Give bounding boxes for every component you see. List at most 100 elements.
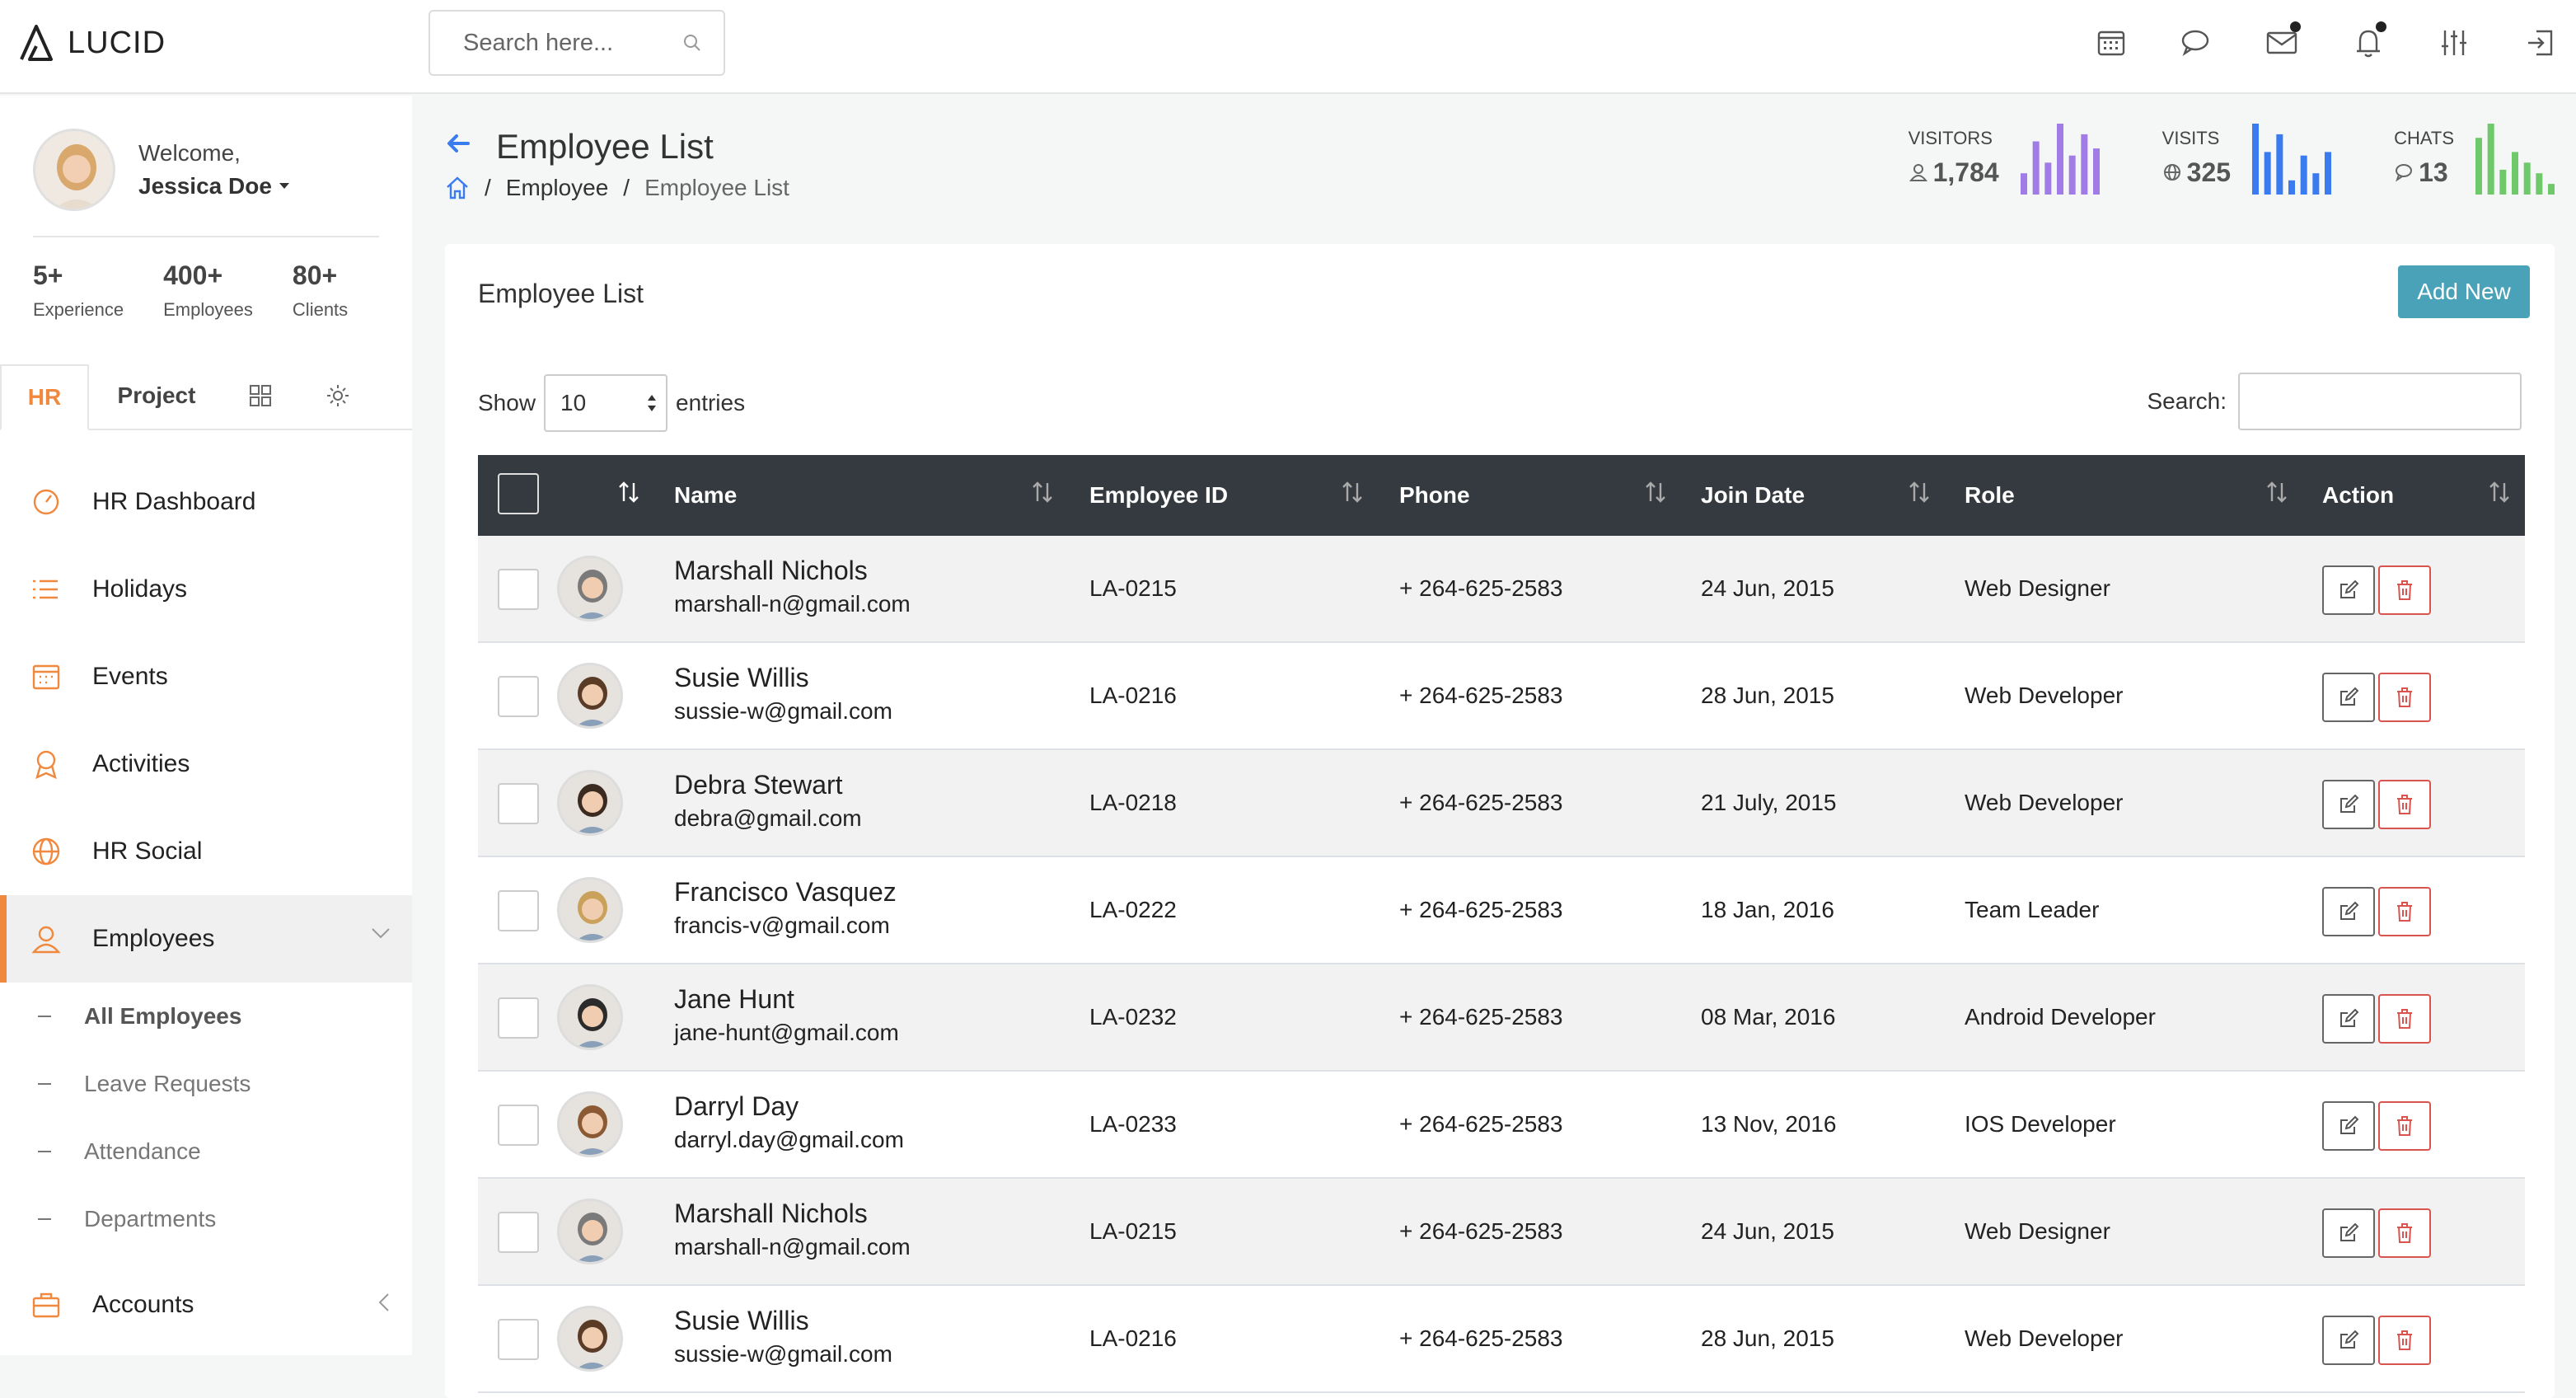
edit-icon [2340, 1330, 2359, 1349]
edit-icon [2340, 1008, 2359, 1027]
edit-button[interactable] [2322, 1208, 2375, 1258]
sort-icon[interactable] [2265, 480, 2289, 504]
col-employee-id[interactable]: Employee ID [1089, 455, 1228, 536]
tab-hr[interactable]: HR [0, 364, 89, 430]
sidebar-item-label: Accounts [92, 1291, 194, 1318]
sidebar-item-hr-dashboard[interactable]: HR Dashboard [0, 458, 412, 546]
delete-button[interactable] [2378, 1208, 2431, 1258]
kpi-label: CHATS [2394, 127, 2454, 148]
entries-select[interactable]: 10 [544, 374, 668, 432]
row-checkbox[interactable] [498, 783, 539, 824]
calendar-icon[interactable] [2090, 21, 2133, 64]
sort-icon[interactable] [1030, 480, 1055, 504]
trash-icon [2397, 1116, 2412, 1136]
delete-button[interactable] [2378, 887, 2431, 936]
sidebar-item-holidays[interactable]: Holidays [0, 546, 412, 633]
employee-name[interactable]: Susie Willis [674, 663, 892, 693]
employee-name[interactable]: Debra Stewart [674, 770, 862, 800]
edit-button[interactable] [2322, 994, 2375, 1044]
sliders-icon[interactable] [2433, 21, 2475, 64]
employee-name[interactable]: Marshall Nichols [674, 556, 911, 586]
row-checkbox[interactable] [498, 890, 539, 931]
edit-button[interactable] [2322, 1316, 2375, 1365]
sidebar-item-hr-social[interactable]: HR Social [0, 808, 412, 895]
sidebar-item-accounts[interactable]: Accounts [0, 1261, 412, 1349]
bell-icon[interactable] [2347, 21, 2390, 64]
employee-role: Team Leader [1965, 897, 2100, 922]
user-name-dropdown[interactable]: Jessica Doe [138, 173, 290, 199]
col-role[interactable]: Role [1965, 455, 2015, 536]
edit-icon [2340, 901, 2359, 920]
row-checkbox[interactable] [498, 997, 539, 1039]
delete-button[interactable] [2378, 673, 2431, 722]
delete-button[interactable] [2378, 1101, 2431, 1151]
delete-button[interactable] [2378, 994, 2431, 1044]
col-action[interactable]: Action [2322, 455, 2394, 536]
add-new-button[interactable]: Add New [2398, 265, 2530, 318]
edit-button[interactable] [2322, 565, 2375, 615]
top-search-input[interactable] [463, 29, 669, 57]
logo-text: LUCID [68, 25, 166, 60]
sidebar-item-employees[interactable]: Employees [0, 895, 412, 983]
delete-button[interactable] [2378, 565, 2431, 615]
logo[interactable]: LUCID [18, 23, 166, 63]
row-checkbox[interactable] [498, 1319, 539, 1360]
sort-icon[interactable] [616, 480, 641, 504]
employee-name[interactable]: Jane Hunt [674, 984, 899, 1015]
stat-label: Employees [163, 299, 253, 320]
table-row: Susie Willis sussie-w@gmail.com LA-0216 … [478, 643, 2525, 750]
col-join-date[interactable]: Join Date [1701, 455, 1805, 536]
employee-name[interactable]: Susie Willis [674, 1306, 892, 1336]
row-checkbox[interactable] [498, 676, 539, 717]
trash-icon [2397, 1223, 2412, 1243]
col-name[interactable]: Name [674, 455, 737, 536]
tab-apps[interactable] [224, 363, 297, 429]
edit-button[interactable] [2322, 780, 2375, 829]
row-checkbox[interactable] [498, 1105, 539, 1146]
table-search-input[interactable] [2238, 373, 2522, 430]
submenu-leave-requests[interactable]: Leave Requests [0, 1050, 412, 1118]
edit-button[interactable] [2322, 887, 2375, 936]
caret-down-icon [279, 183, 289, 189]
employee-list-card: Employee List Add New Show 10 entries Se… [445, 244, 2555, 1398]
employee-name[interactable]: Darryl Day [674, 1091, 904, 1122]
col-phone[interactable]: Phone [1399, 455, 1470, 536]
search-icon[interactable] [682, 33, 702, 53]
employee-phone: + 264-625-2583 [1399, 1004, 1563, 1030]
chat-bubbles-icon[interactable] [2176, 21, 2218, 64]
globe-icon [32, 837, 60, 866]
row-checkbox[interactable] [498, 569, 539, 610]
user-avatar[interactable] [33, 129, 115, 211]
submenu-departments[interactable]: Departments [0, 1185, 412, 1253]
employee-role: IOS Developer [1965, 1111, 2116, 1137]
tab-project[interactable]: Project [89, 363, 224, 429]
sort-icon[interactable] [2487, 480, 2512, 504]
breadcrumb-employee[interactable]: Employee [506, 175, 609, 201]
employee-phone: + 264-625-2583 [1399, 1218, 1563, 1244]
employee-role: Android Developer [1965, 1004, 2156, 1030]
sort-icon[interactable] [1643, 480, 1668, 504]
sort-icon[interactable] [1340, 480, 1365, 504]
tab-settings[interactable] [297, 363, 379, 429]
row-checkbox[interactable] [498, 1212, 539, 1253]
submenu-all-employees[interactable]: All Employees [0, 983, 412, 1050]
submenu-attendance[interactable]: Attendance [0, 1118, 412, 1185]
sort-icon[interactable] [1907, 480, 1932, 504]
show-label: Show [478, 390, 536, 415]
edit-button[interactable] [2322, 673, 2375, 722]
back-arrow-icon[interactable] [445, 130, 471, 157]
employee-email: sussie-w@gmail.com [674, 698, 892, 724]
select-all-checkbox[interactable] [498, 473, 539, 514]
employee-name[interactable]: Francisco Vasquez [674, 877, 897, 908]
delete-button[interactable] [2378, 1316, 2431, 1365]
employee-name[interactable]: Marshall Nichols [674, 1199, 911, 1229]
sidebar-item-activities[interactable]: Activities [0, 720, 412, 808]
mail-icon[interactable] [2261, 21, 2304, 64]
sidebar-item-events[interactable]: Events [0, 633, 412, 720]
edit-button[interactable] [2322, 1101, 2375, 1151]
logout-icon[interactable] [2518, 21, 2561, 64]
employee-email: francis-v@gmail.com [674, 912, 890, 938]
delete-button[interactable] [2378, 780, 2431, 829]
mail-notification-dot [2290, 21, 2301, 32]
home-icon[interactable] [445, 176, 470, 200]
